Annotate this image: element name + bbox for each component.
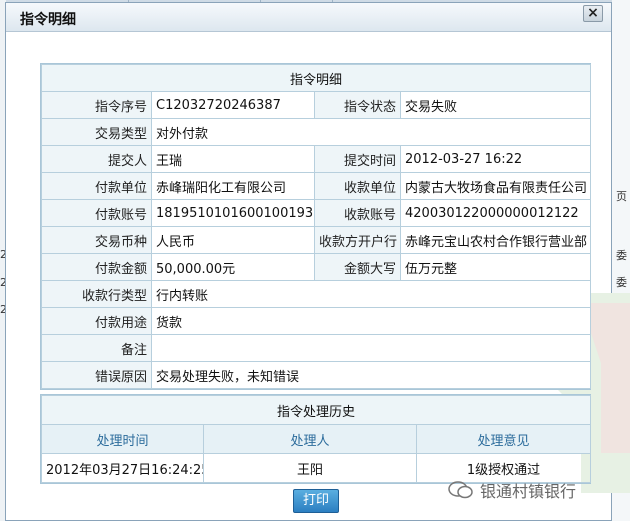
dialog-titlebar[interactable]: 指令明细 × <box>6 3 611 32</box>
field-label: 付款用途 <box>41 307 152 335</box>
field-label: 错误原因 <box>41 361 152 389</box>
table-row: 付款单位 赤峰瑞阳化工有限公司 收款单位 内蒙古大牧场食品有限责任公司 <box>41 172 592 200</box>
history-column-headers: 处理时间 处理人 处理意见 <box>41 424 592 454</box>
table-row: 交易币种 人民币 收款方开户行 赤峰元宝山农村合作银行营业部 <box>41 226 592 254</box>
field-value: 王瑞 <box>151 145 315 173</box>
field-label: 收款单位 <box>314 172 401 200</box>
dialog-title: 指令明细 <box>20 12 76 28</box>
field-value <box>150 334 592 362</box>
instruction-detail-panel: 指令明细 指令序号 C12032720246387 指令状态 交易失败 交易类型… <box>40 63 592 390</box>
field-value: 对外付款 <box>150 118 592 146</box>
field-value: 伍万元整 <box>399 253 592 281</box>
table-row: 备注 <box>41 334 592 362</box>
instruction-detail-table: 指令明细 指令序号 C12032720246387 指令状态 交易失败 交易类型… <box>40 64 592 389</box>
field-value: C12032720246387 <box>151 91 315 119</box>
close-button[interactable]: × <box>583 5 603 22</box>
field-value: 交易失败 <box>399 91 592 119</box>
table-row: 付款账号 1819510101600100193000 收款账号 4200301… <box>41 199 592 227</box>
field-value: 货款 <box>150 307 592 335</box>
field-label: 金额大写 <box>314 253 401 281</box>
processing-history-table: 指令处理历史 处理时间 处理人 处理意见 2012年03月27日16:24:25… <box>40 395 592 483</box>
field-value: 50,000.00元 <box>151 253 315 281</box>
wechat-icon <box>448 481 473 499</box>
history-heading: 指令处理历史 <box>40 395 592 425</box>
instruction-detail-dialog: 指令明细 × 指令明细 指令序号 C12032720246387 指令状态 交易… <box>5 2 630 521</box>
background-cell: 页 <box>616 190 627 203</box>
field-value: 420030122000000012122 <box>399 199 592 227</box>
field-label: 付款单位 <box>41 172 152 200</box>
field-value: 2012-03-27 16:22 <box>399 145 592 173</box>
field-label: 指令状态 <box>314 91 401 119</box>
field-label: 付款金额 <box>41 253 152 281</box>
field-value: 内蒙古大牧场食品有限责任公司 <box>399 172 592 200</box>
detail-heading: 指令明细 <box>40 64 592 92</box>
field-value: 交易处理失败，未知错误 <box>150 361 592 389</box>
table-row: 提交人 王瑞 提交时间 2012-03-27 16:22 <box>41 145 592 173</box>
watermark: 银通村镇银行 <box>448 478 628 502</box>
field-label: 交易类型 <box>41 118 152 146</box>
field-value: 赤峰元宝山农村合作银行营业部 <box>399 226 592 254</box>
history-cell: 王阳 <box>203 453 417 483</box>
field-label: 提交时间 <box>314 145 401 173</box>
column-header: 处理时间 <box>41 424 204 454</box>
field-label: 收款账号 <box>314 199 401 227</box>
watermark-text: 银通村镇银行 <box>480 482 577 501</box>
field-label: 备注 <box>41 334 152 362</box>
close-icon: × <box>587 5 599 21</box>
history-cell: 2012年03月27日16:24:25 <box>41 453 204 483</box>
background-cell: 委 <box>616 276 627 289</box>
field-value: 人民币 <box>151 226 315 254</box>
field-value: 行内转账 <box>150 280 592 308</box>
field-label: 收款行类型 <box>41 280 152 308</box>
table-row: 收款行类型 行内转账 <box>41 280 592 308</box>
table-row: 指令序号 C12032720246387 指令状态 交易失败 <box>41 91 592 119</box>
field-label: 交易币种 <box>41 226 152 254</box>
column-header: 处理意见 <box>415 424 592 454</box>
field-label: 提交人 <box>41 145 152 173</box>
table-row: 付款金额 50,000.00元 金额大写 伍万元整 <box>41 253 592 281</box>
table-row: 交易类型 对外付款 <box>41 118 592 146</box>
table-row: 付款用途 货款 <box>41 307 592 335</box>
processing-history-panel: 指令处理历史 处理时间 处理人 处理意见 2012年03月27日16:24:25… <box>40 394 592 484</box>
background-cell: 委 <box>616 249 627 262</box>
field-label: 指令序号 <box>41 91 152 119</box>
column-header: 处理人 <box>203 424 417 454</box>
field-value: 赤峰瑞阳化工有限公司 <box>151 172 315 200</box>
field-label: 收款方开户行 <box>314 226 401 254</box>
table-row: 错误原因 交易处理失败，未知错误 <box>41 361 592 389</box>
field-value: 1819510101600100193000 <box>151 199 315 227</box>
field-label: 付款账号 <box>41 199 152 227</box>
print-button[interactable]: 打印 <box>293 489 339 513</box>
